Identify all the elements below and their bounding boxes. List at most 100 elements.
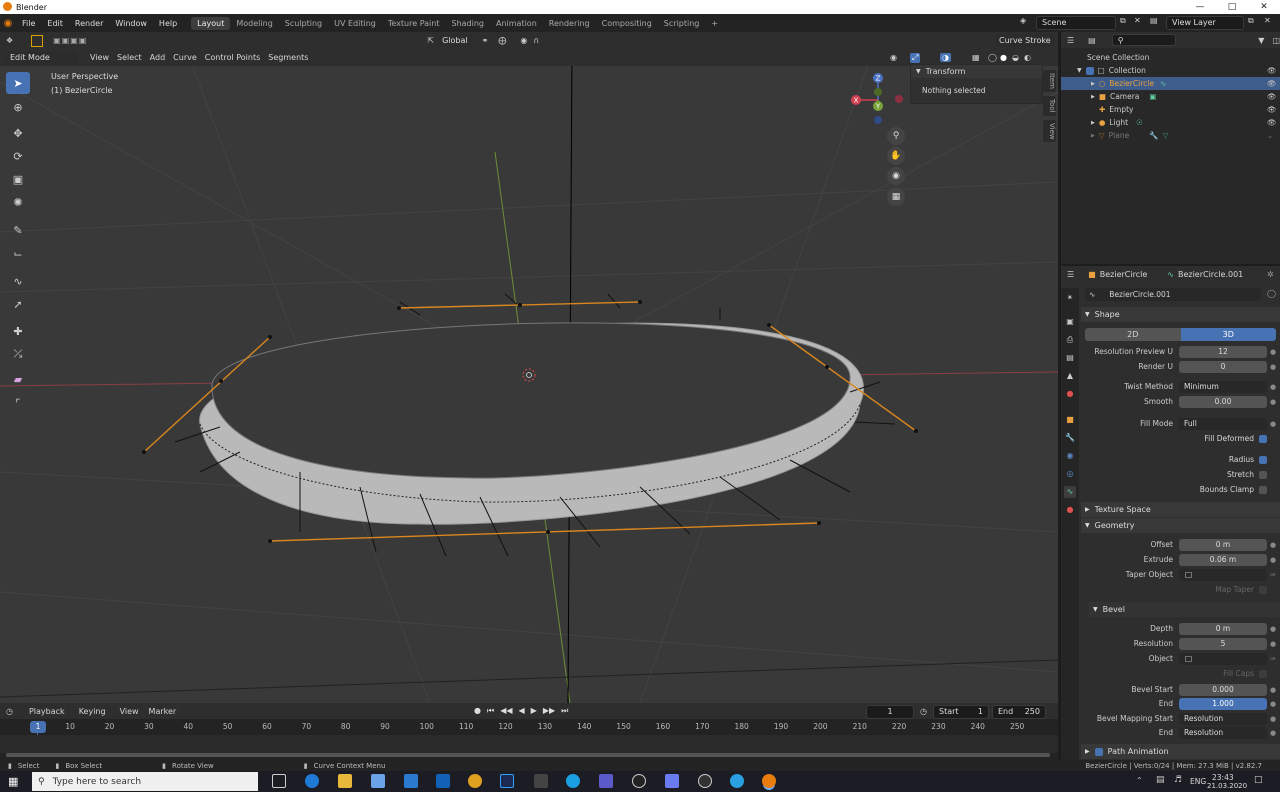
windows-start-icon[interactable]: ▦ <box>8 775 18 788</box>
fake-user-shield-icon[interactable]: ◯ <box>1267 289 1276 298</box>
menu-add[interactable]: Add <box>146 53 170 62</box>
smooth-field[interactable]: 0.00 <box>1179 395 1267 408</box>
fill-deformed-row[interactable]: Fill Deformed <box>1081 432 1280 445</box>
menu-edit[interactable]: Edit <box>41 19 69 28</box>
eyedropper-icon[interactable]: ✑ <box>1267 571 1279 579</box>
tool-tilt[interactable]: ⤰ <box>6 343 30 365</box>
stretch-row[interactable]: Stretch <box>1081 468 1280 481</box>
tab-animation[interactable]: Animation <box>490 17 543 30</box>
3d-viewport[interactable]: ❖ ▣▣▣▣ ⇱ Global ⚭ ⨁ ◉ ∩ Curve Stroke Edi… <box>0 32 1058 703</box>
panel-collapse-icon[interactable]: ▼ <box>916 68 921 75</box>
taskbar-search-box[interactable]: ⚲ Type here to search <box>32 772 258 791</box>
transform-header[interactable]: Transform <box>926 67 966 76</box>
notifications-icon[interactable]: □ <box>1254 775 1263 785</box>
file-explorer-icon[interactable] <box>338 774 352 788</box>
outliner-item-plane[interactable]: ▶ ▽ Plane 🔧 ▽ ⌄ <box>1061 129 1280 142</box>
expand-arrow-icon[interactable]: ▶ <box>1091 81 1095 87</box>
fill-mode-dropdown[interactable]: Full <box>1179 417 1267 430</box>
bevel-end-field[interactable]: 1.000 <box>1179 697 1267 710</box>
geometry-panel-header[interactable]: ▼ Geometry <box>1081 518 1280 533</box>
map-taper-checkbox[interactable] <box>1259 585 1267 594</box>
steam-icon[interactable] <box>698 774 712 788</box>
collection-checkbox[interactable] <box>1085 66 1094 75</box>
keyframe-dot-icon[interactable]: ● <box>1267 363 1279 371</box>
perspective-grid-icon[interactable]: ▦ <box>887 188 905 206</box>
fill-caps-row[interactable]: Fill Caps <box>1081 667 1280 680</box>
tab-layout[interactable]: Layout <box>191 16 231 30</box>
maximize-button[interactable]: □ <box>1216 0 1248 14</box>
pivot-icon[interactable]: ⚭ <box>482 36 489 45</box>
keyframe-dot-icon[interactable]: ● <box>1267 348 1279 356</box>
scene-copy-icon[interactable]: ⧉ <box>1120 16 1126 26</box>
tool-extrude[interactable]: ➚ <box>6 293 30 315</box>
fill-deformed-checkbox[interactable] <box>1259 434 1267 443</box>
skype-icon[interactable] <box>566 774 580 788</box>
tool-scale[interactable]: ▣ <box>6 168 30 190</box>
scene-tab-icon[interactable]: ▲ <box>1064 370 1076 382</box>
bounds-clamp-row[interactable]: Bounds Clamp <box>1081 483 1280 496</box>
path-animation-checkbox[interactable] <box>1094 747 1103 756</box>
extrude-field[interactable]: 0.06 m <box>1179 553 1267 566</box>
keyframe-dot-icon[interactable]: ● <box>1267 715 1279 723</box>
navigation-gizmo[interactable]: Z X Y <box>848 70 908 130</box>
tab-uv-editing[interactable]: UV Editing <box>328 17 382 30</box>
bevel-panel-header[interactable]: ▼ Bevel <box>1089 602 1280 617</box>
sidebar-tab-item[interactable]: Item <box>1043 70 1056 92</box>
stopwatch-icon[interactable]: ◷ <box>920 707 927 716</box>
shading-rendered-icon[interactable]: ◐ <box>1024 53 1031 62</box>
tab-texture-paint[interactable]: Texture Paint <box>382 17 446 30</box>
breadcrumb-object[interactable]: BezierCircle <box>1100 270 1148 279</box>
frame-ruler[interactable]: 10 20 30 40 50 60 70 80 90 100 110 120 130 140 150 160 1… <box>0 720 1058 734</box>
play-reverse-icon[interactable]: ◀ <box>519 706 525 716</box>
bevel-resolution-field[interactable]: 5 <box>1179 637 1267 650</box>
bounds-clamp-checkbox[interactable] <box>1259 485 1267 494</box>
stretch-checkbox[interactable] <box>1259 470 1267 479</box>
photoshop-icon[interactable] <box>500 774 514 788</box>
outliner-type-icon[interactable]: ☰ <box>1067 36 1074 45</box>
task-view-icon[interactable] <box>272 774 286 788</box>
timeline-scrollbar[interactable] <box>6 753 1050 757</box>
expand-arrow-icon[interactable]: ▶ <box>1091 120 1095 126</box>
tab-modeling[interactable]: Modeling <box>230 17 278 30</box>
menu-marker[interactable]: Marker <box>149 707 177 716</box>
bevel-mapping-end-dropdown[interactable]: Resolution <box>1179 726 1267 739</box>
blender-menu-icon[interactable]: ◉ <box>0 18 16 29</box>
start-frame-field[interactable]: Start 1 <box>933 705 989 719</box>
pan-hand-icon[interactable]: ✋ <box>887 147 905 165</box>
eyedropper-icon[interactable]: ✑ <box>1267 655 1279 663</box>
scene-collection-row[interactable]: Scene Collection <box>1061 51 1280 64</box>
playhead[interactable]: 1 <box>30 721 46 733</box>
dimension-2d-button[interactable]: 2D <box>1085 328 1181 341</box>
mail-icon[interactable] <box>404 774 418 788</box>
tool-shear[interactable]: ▰ <box>6 368 30 390</box>
path-animation-panel-header[interactable]: ▶ Path Animation <box>1081 744 1280 759</box>
curve-datablock-field[interactable]: ∿ BezierCircle.001 <box>1085 288 1261 301</box>
menu-file[interactable]: File <box>16 19 41 28</box>
tool-draw[interactable]: ∿ <box>6 270 30 292</box>
tab-shading[interactable]: Shading <box>445 17 490 30</box>
outliner-item-beziercircle[interactable]: ▶ ○ BezierCircle ∿ 👁 <box>1061 77 1280 90</box>
dimension-3d-button[interactable]: 3D <box>1180 328 1276 341</box>
prev-keyframe-icon[interactable]: ◀◀ <box>500 706 512 716</box>
resolution-preview-field[interactable]: 12 <box>1179 345 1267 358</box>
tool-move[interactable]: ✥ <box>6 122 30 144</box>
tool-measure[interactable]: ⌙ <box>6 242 30 264</box>
bevel-object-field[interactable]: □ <box>1179 652 1267 665</box>
output-tab-icon[interactable]: ⎙ <box>1064 334 1076 346</box>
tool-annotate[interactable]: ✎ <box>6 219 30 241</box>
outlook-icon[interactable] <box>436 774 450 788</box>
menu-playback[interactable]: Playback <box>29 707 65 716</box>
tab-rendering[interactable]: Rendering <box>543 17 596 30</box>
shading-material-icon[interactable]: ◒ <box>1012 53 1019 62</box>
tab-scripting[interactable]: Scripting <box>658 17 706 30</box>
close-button[interactable]: ✕ <box>1248 0 1280 14</box>
bevel-start-field[interactable]: 0.000 <box>1179 683 1267 696</box>
terminal-icon[interactable] <box>534 774 548 788</box>
snap-icon[interactable]: ⨁ <box>498 36 506 45</box>
keyframe-dot-icon[interactable]: ● <box>1267 625 1279 633</box>
xray-icon[interactable]: ▦ <box>972 53 980 62</box>
scene-field[interactable]: Scene <box>1036 16 1116 30</box>
keyframe-dot-icon[interactable]: ● <box>1267 700 1279 708</box>
orientation-icon[interactable]: ⇱ <box>427 36 434 45</box>
bevel-mapping-start-dropdown[interactable]: Resolution <box>1179 712 1267 725</box>
